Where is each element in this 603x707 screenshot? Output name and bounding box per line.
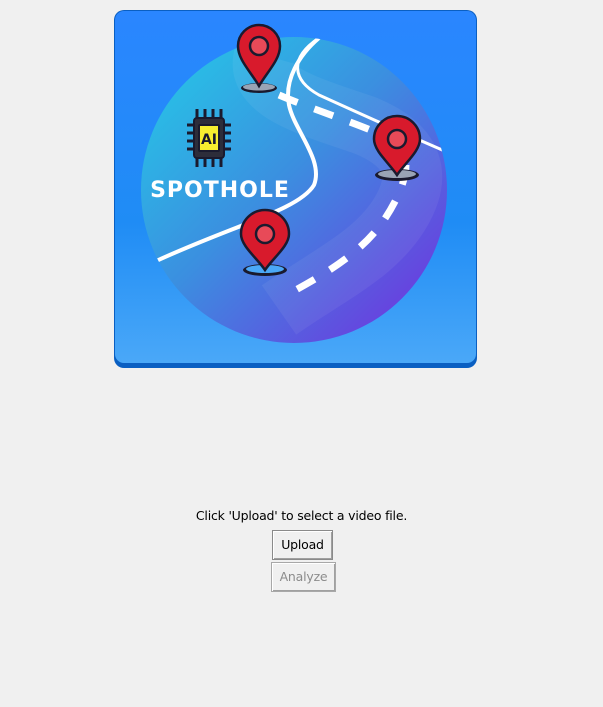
- svg-text:AI: AI: [201, 132, 217, 148]
- upload-button[interactable]: Upload: [272, 530, 333, 560]
- logo-text: SPOTHOLE: [150, 178, 290, 203]
- location-pin-icon: [372, 114, 422, 181]
- status-message: Click 'Upload' to select a video file.: [195, 508, 408, 523]
- analyze-button[interactable]: Analyze: [271, 562, 336, 592]
- spothole-logo: AI SPOTHOLE: [114, 10, 477, 368]
